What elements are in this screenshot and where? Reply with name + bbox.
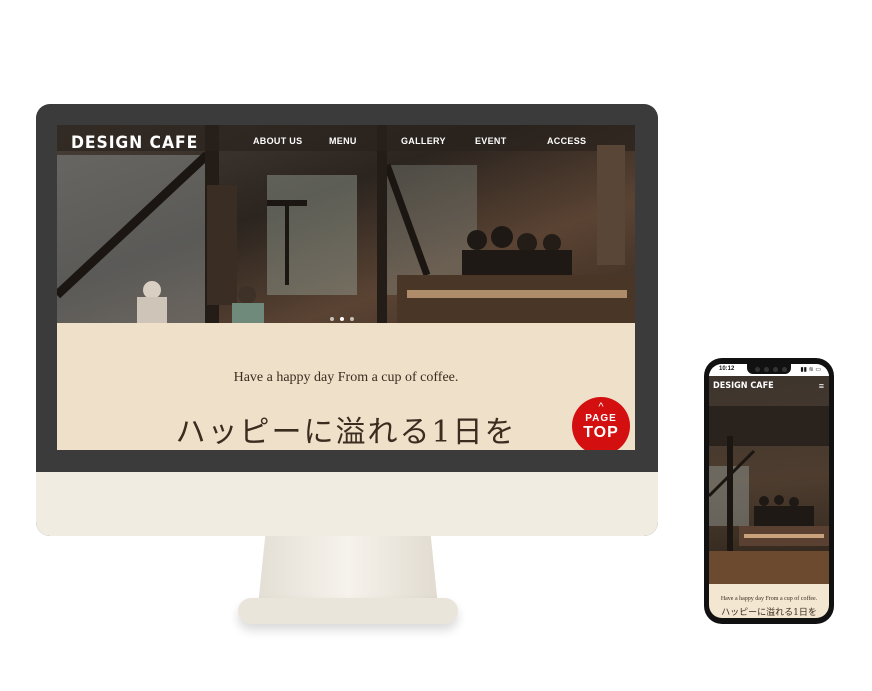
page-top-button[interactable]: ^ PAGE TOP — [572, 397, 630, 450]
nav-gallery[interactable]: GALLERY — [401, 136, 446, 146]
hamburger-menu-icon[interactable]: ≡ — [819, 381, 824, 391]
slider-dot[interactable] — [350, 317, 354, 321]
chevron-up-icon: ^ — [598, 401, 604, 413]
site-logo[interactable]: DESIGN CAFE — [71, 133, 198, 153]
hero-image: DESIGN CAFE ABOUT US MENU GALLERY EVENT … — [57, 125, 635, 323]
status-time: 10:12 — [719, 366, 735, 372]
mobile-phone: 10:12 ▮▮ ≋ ▭ DESIGN CAFE ≡ Have a happy … — [704, 358, 834, 624]
monitor-stand — [258, 536, 438, 606]
page-top-label-1: PAGE — [585, 413, 617, 424]
mobile-screen: 10:12 ▮▮ ≋ ▭ DESIGN CAFE ≡ Have a happy … — [709, 364, 829, 618]
mobile-hero-image: DESIGN CAFE ≡ — [709, 376, 829, 584]
slider-dot-active[interactable] — [340, 317, 344, 321]
nav-access[interactable]: ACCESS — [547, 136, 586, 146]
mobile-headline: ハッピーに溢れる1日を — [721, 608, 817, 618]
monitor-chin — [36, 472, 658, 536]
nav-menu[interactable]: MENU — [329, 136, 357, 146]
nav-event[interactable]: EVENT — [475, 136, 507, 146]
mobile-tagline: Have a happy day From a cup of coffee. — [720, 596, 818, 602]
status-bar: 10:12 ▮▮ ≋ ▭ — [709, 364, 829, 376]
phone-notch — [747, 364, 791, 374]
cafe-interior-illustration — [57, 125, 635, 323]
nav-about-us[interactable]: ABOUT US — [253, 136, 302, 146]
monitor-base — [238, 598, 458, 624]
desktop-monitor: DESIGN CAFE ABOUT US MENU GALLERY EVENT … — [36, 104, 658, 536]
headline: ハッピーに溢れる1日を — [175, 415, 517, 450]
slider-dot[interactable] — [330, 317, 334, 321]
mobile-cafe-illustration — [709, 406, 829, 584]
signal-icon: ▮▮ ≋ ▭ — [800, 367, 821, 373]
page-top-label-2: TOP — [583, 424, 619, 441]
tagline: Have a happy day From a cup of coffee. — [233, 370, 459, 385]
desktop-screen: DESIGN CAFE ABOUT US MENU GALLERY EVENT … — [57, 125, 635, 450]
mobile-logo[interactable]: DESIGN CAFE — [713, 381, 774, 391]
slider-dots — [327, 308, 357, 323]
